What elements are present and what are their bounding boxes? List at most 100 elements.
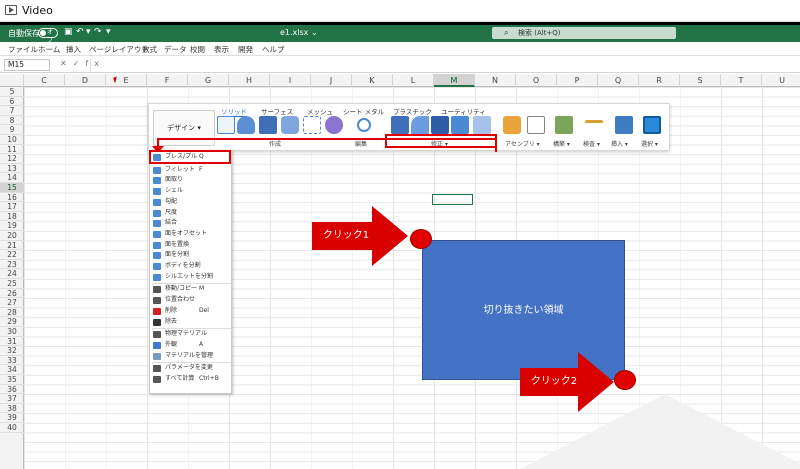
- row-header-cell[interactable]: 17: [0, 202, 24, 212]
- row-header-cell[interactable]: 38: [0, 404, 24, 414]
- column-header-cell[interactable]: M: [434, 74, 475, 87]
- group-construct[interactable]: 構築 ▾: [553, 139, 570, 148]
- redo-icon[interactable]: ↷: [94, 27, 102, 37]
- column-header-cell[interactable]: J: [311, 74, 352, 87]
- menu-item[interactable]: 尺度: [150, 208, 231, 219]
- revolve-icon[interactable]: [281, 116, 299, 134]
- menu-item[interactable]: シェル: [150, 186, 231, 197]
- menu-item[interactable]: 位置合わせ: [150, 295, 231, 306]
- row-header-cell[interactable]: 30: [0, 327, 24, 337]
- menu-item[interactable]: 面を分割: [150, 250, 231, 261]
- undo-icon[interactable]: ↶: [76, 27, 84, 37]
- menu-item[interactable]: 結合: [150, 218, 231, 229]
- menu-view[interactable]: 表示: [214, 44, 229, 55]
- menu-home[interactable]: ホーム: [38, 44, 60, 55]
- row-header-cell[interactable]: 9: [0, 125, 24, 135]
- group-inspect[interactable]: 検査 ▾: [583, 139, 600, 148]
- column-header-cell[interactable]: K: [352, 74, 393, 87]
- column-header-cell[interactable]: P: [557, 74, 598, 87]
- column-header-cell[interactable]: E: [106, 74, 147, 87]
- row-header-cell[interactable]: 10: [0, 135, 24, 145]
- save-icon[interactable]: ▣: [64, 27, 73, 37]
- menu-item[interactable]: 移動/コピー M: [150, 284, 231, 295]
- group-insert[interactable]: 挿入 ▾: [611, 139, 628, 148]
- menu-item[interactable]: 削除 Del: [150, 306, 231, 317]
- row-header-cell[interactable]: 35: [0, 375, 24, 385]
- edit-icon[interactable]: [357, 118, 371, 132]
- new-sketch-icon[interactable]: [217, 116, 235, 134]
- menu-item[interactable]: 勾配: [150, 197, 231, 208]
- menu-item[interactable]: シルエットを分割: [150, 272, 231, 283]
- group-assemble[interactable]: アセンブリ ▾: [505, 139, 540, 148]
- measure-icon[interactable]: [585, 120, 603, 130]
- row-header-cell[interactable]: 20: [0, 231, 24, 241]
- column-header-cell[interactable]: C: [24, 74, 65, 87]
- row-header-cell[interactable]: 14: [0, 173, 24, 183]
- menu-review[interactable]: 校閲: [190, 44, 205, 55]
- tab-sheet-metal[interactable]: シート メタル: [343, 106, 384, 116]
- row-header-cell[interactable]: 6: [0, 97, 24, 107]
- tab-utility[interactable]: ユーティリティ: [441, 106, 486, 116]
- menu-item[interactable]: 面をオフセット: [150, 229, 231, 240]
- select-icon[interactable]: [643, 116, 661, 134]
- row-header-cell[interactable]: 33: [0, 356, 24, 366]
- row-header-cell[interactable]: 12: [0, 154, 24, 164]
- box-icon[interactable]: [259, 116, 277, 134]
- tab-plastic[interactable]: プラスチック: [393, 106, 432, 116]
- cancel-icon[interactable]: ✕: [60, 59, 73, 68]
- column-header-cell[interactable]: O: [516, 74, 557, 87]
- row-header-cell[interactable]: 5: [0, 87, 24, 97]
- column-header-cell[interactable]: N: [475, 74, 516, 87]
- press-pull-icon[interactable]: [391, 116, 409, 134]
- row-header-cell[interactable]: 23: [0, 260, 24, 270]
- column-header-cell[interactable]: T: [721, 74, 762, 87]
- fillet-icon[interactable]: [411, 116, 429, 134]
- row-header-cell[interactable]: 8: [0, 116, 24, 126]
- column-header-cell[interactable]: L: [393, 74, 434, 87]
- row-header-cell[interactable]: 21: [0, 241, 24, 251]
- tab-mesh[interactable]: メッシュ: [307, 106, 333, 116]
- select-all-corner[interactable]: [0, 74, 24, 87]
- row-header-cell[interactable]: 18: [0, 212, 24, 222]
- row-header-cell[interactable]: 7: [0, 106, 24, 116]
- menu-formulas[interactable]: 数式: [142, 44, 157, 55]
- new-component-icon[interactable]: [503, 116, 521, 134]
- pattern-icon[interactable]: [303, 116, 321, 134]
- column-header-cell[interactable]: D: [65, 74, 106, 87]
- column-header-cell[interactable]: S: [680, 74, 721, 87]
- menu-help[interactable]: ヘルプ: [262, 44, 285, 55]
- row-header-cell[interactable]: 16: [0, 193, 24, 203]
- row-header-cell[interactable]: 15: [0, 183, 24, 193]
- row-header-cell[interactable]: 11: [0, 145, 24, 155]
- row-header-cell[interactable]: 31: [0, 337, 24, 347]
- column-header-cell[interactable]: R: [639, 74, 680, 87]
- row-header-cell[interactable]: 25: [0, 279, 24, 289]
- customize-toolbar-icon[interactable]: ▾: [106, 27, 111, 37]
- row-header-cell[interactable]: 32: [0, 346, 24, 356]
- row-header-cell[interactable]: 26: [0, 289, 24, 299]
- menu-item[interactable]: 除去: [150, 317, 231, 328]
- row-header-cell[interactable]: 19: [0, 221, 24, 231]
- column-header-cell[interactable]: I: [270, 74, 311, 87]
- insert-image-icon[interactable]: [615, 116, 633, 134]
- menu-file[interactable]: ファイル: [8, 44, 38, 55]
- row-header-cell[interactable]: 22: [0, 250, 24, 260]
- search-box[interactable]: ⌕ 検索 (Alt+Q): [492, 27, 676, 39]
- column-header-cell[interactable]: U: [762, 74, 800, 87]
- row-header-cell[interactable]: 27: [0, 298, 24, 308]
- row-header-cell[interactable]: 29: [0, 317, 24, 327]
- tab-surface[interactable]: サーフェス: [261, 106, 293, 116]
- menu-item[interactable]: ボディを分割: [150, 261, 231, 272]
- row-header-cell[interactable]: 28: [0, 308, 24, 318]
- combine-icon[interactable]: [473, 116, 491, 134]
- column-header-cell[interactable]: Q: [598, 74, 639, 87]
- row-header-cell[interactable]: 13: [0, 164, 24, 174]
- undo-dropdown-icon[interactable]: ▾: [86, 27, 91, 37]
- menu-item[interactable]: すべて計算 Ctrl+B: [150, 374, 231, 385]
- menu-item[interactable]: 面取り: [150, 175, 231, 186]
- formula-input[interactable]: [90, 59, 790, 71]
- column-header-cell[interactable]: G: [188, 74, 229, 87]
- row-header-cell[interactable]: 40: [0, 423, 24, 433]
- chamfer-icon[interactable]: [431, 116, 449, 134]
- menu-page-layout[interactable]: ページレイアウト: [89, 44, 149, 55]
